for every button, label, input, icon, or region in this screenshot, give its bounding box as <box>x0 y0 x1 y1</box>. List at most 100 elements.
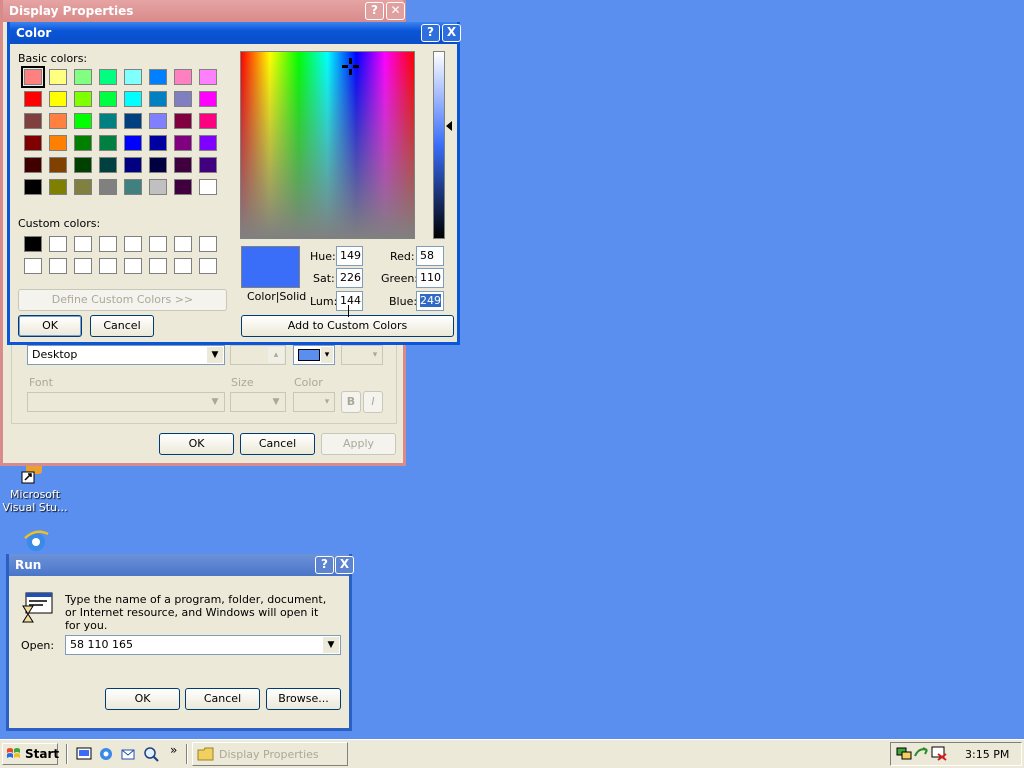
basic-color-swatch[interactable] <box>124 135 142 151</box>
basic-color-swatch[interactable] <box>149 113 167 129</box>
basic-color-swatch[interactable] <box>149 179 167 195</box>
basic-color-swatch[interactable] <box>49 135 67 151</box>
custom-color-swatch[interactable] <box>49 236 67 252</box>
basic-color-swatch[interactable] <box>24 91 42 107</box>
item-color-picker[interactable]: ▾ <box>293 345 335 365</box>
display-cancel-button[interactable]: Cancel <box>240 433 315 455</box>
basic-color-swatch[interactable] <box>124 157 142 173</box>
basic-color-swatch[interactable] <box>99 135 117 151</box>
font-size-dropdown[interactable]: ▼ <box>230 392 286 412</box>
luminance-bar[interactable] <box>433 51 445 239</box>
basic-color-swatch[interactable] <box>99 91 117 107</box>
outlook-express-icon[interactable] <box>120 746 136 762</box>
network-icon[interactable] <box>896 745 912 761</box>
internet-explorer-icon[interactable] <box>98 746 114 762</box>
custom-color-swatch[interactable] <box>124 258 142 274</box>
basic-color-swatch[interactable] <box>149 157 167 173</box>
italic-button[interactable]: I <box>363 391 383 413</box>
basic-color-swatch[interactable] <box>174 113 192 129</box>
basic-color-swatch[interactable] <box>21 66 45 88</box>
basic-color-swatch[interactable] <box>99 69 117 85</box>
custom-color-swatch[interactable] <box>24 258 42 274</box>
run-cancel-button[interactable]: Cancel <box>185 688 260 710</box>
basic-color-swatch[interactable] <box>74 157 92 173</box>
sync-icon[interactable] <box>913 745 929 761</box>
basic-color-swatch[interactable] <box>199 91 217 107</box>
basic-color-swatch[interactable] <box>199 157 217 173</box>
color-spectrum[interactable] <box>240 51 415 239</box>
custom-color-swatch[interactable] <box>174 258 192 274</box>
luminance-arrow-icon[interactable] <box>446 121 452 131</box>
custom-color-swatch[interactable] <box>49 258 67 274</box>
lum-field[interactable]: 144 <box>336 291 363 311</box>
basic-color-swatch[interactable] <box>174 157 192 173</box>
custom-color-swatch[interactable] <box>149 236 167 252</box>
desktop-icon-visual-studio[interactable]: Microsoft Visual Stu... <box>0 458 72 514</box>
help-button[interactable]: ? <box>365 2 384 20</box>
internet-explorer-icon[interactable] <box>22 528 50 554</box>
basic-color-swatch[interactable] <box>199 113 217 129</box>
basic-color-swatch[interactable] <box>199 135 217 151</box>
basic-color-swatch[interactable] <box>99 113 117 129</box>
sat-field[interactable]: 226 <box>336 268 363 288</box>
basic-color-swatch[interactable] <box>149 91 167 107</box>
custom-color-swatch[interactable] <box>199 258 217 274</box>
close-button[interactable]: ✕ <box>386 2 405 20</box>
basic-color-swatch[interactable] <box>199 69 217 85</box>
search-icon[interactable] <box>143 746 159 762</box>
font-color-picker[interactable]: ▾ <box>293 392 335 412</box>
run-dialog-titlebar[interactable]: Run ? X <box>9 554 354 576</box>
basic-color-swatch[interactable] <box>124 91 142 107</box>
custom-color-swatch[interactable] <box>199 236 217 252</box>
basic-color-swatch[interactable] <box>24 157 42 173</box>
red-field[interactable]: 58 <box>416 246 444 266</box>
custom-color-swatch[interactable] <box>124 236 142 252</box>
basic-color-swatch[interactable] <box>199 179 217 195</box>
basic-color-swatch[interactable] <box>99 179 117 195</box>
basic-color-swatch[interactable] <box>124 113 142 129</box>
basic-color-swatch[interactable] <box>174 179 192 195</box>
basic-color-swatch[interactable] <box>24 135 42 151</box>
blue-field[interactable]: 249 <box>416 291 444 311</box>
custom-color-swatch[interactable] <box>24 236 42 252</box>
add-to-custom-colors-button[interactable]: Add to Custom Colors <box>241 315 454 337</box>
basic-color-swatch[interactable] <box>174 135 192 151</box>
color-cancel-button[interactable]: Cancel <box>90 315 154 337</box>
define-custom-colors-button[interactable]: Define Custom Colors >> <box>18 289 227 311</box>
custom-color-swatch[interactable] <box>174 236 192 252</box>
basic-color-swatch[interactable] <box>74 69 92 85</box>
color-dialog-titlebar[interactable]: Color ? X <box>10 22 461 44</box>
custom-color-swatch[interactable] <box>74 236 92 252</box>
basic-color-swatch[interactable] <box>24 113 42 129</box>
run-browse-button[interactable]: Browse... <box>266 688 341 710</box>
open-combobox[interactable]: 58 110 165 ▼ <box>65 635 341 655</box>
basic-color-swatch[interactable] <box>74 135 92 151</box>
basic-color-swatch[interactable] <box>99 157 117 173</box>
basic-color-swatch[interactable] <box>74 113 92 129</box>
quick-launch-more-chevron[interactable]: » <box>170 743 177 757</box>
color-ok-button[interactable]: OK <box>18 315 82 337</box>
custom-color-swatch[interactable] <box>74 258 92 274</box>
help-button[interactable]: ? <box>421 24 440 42</box>
display-apply-button[interactable]: Apply <box>321 433 396 455</box>
display-properties-titlebar[interactable]: Display Properties ? ✕ <box>3 0 405 22</box>
font-dropdown[interactable]: ▼ <box>27 392 225 412</box>
item-color2-picker[interactable]: ▾ <box>341 345 383 365</box>
display-ok-button[interactable]: OK <box>159 433 234 455</box>
start-button[interactable]: Start <box>2 743 59 765</box>
basic-color-swatch[interactable] <box>124 179 142 195</box>
custom-color-swatch[interactable] <box>149 258 167 274</box>
show-desktop-icon[interactable] <box>76 746 92 762</box>
custom-color-swatch[interactable] <box>99 236 117 252</box>
basic-color-swatch[interactable] <box>24 179 42 195</box>
basic-color-swatch[interactable] <box>124 69 142 85</box>
taskbar-button-display-properties[interactable]: Display Properties <box>192 742 348 766</box>
close-button[interactable]: X <box>442 24 461 42</box>
basic-color-swatch[interactable] <box>49 69 67 85</box>
basic-color-swatch[interactable] <box>49 113 67 129</box>
basic-color-swatch[interactable] <box>49 157 67 173</box>
basic-color-swatch[interactable] <box>149 69 167 85</box>
close-button[interactable]: X <box>335 556 354 574</box>
basic-color-swatch[interactable] <box>74 179 92 195</box>
chevron-down-icon[interactable]: ▼ <box>323 637 339 653</box>
